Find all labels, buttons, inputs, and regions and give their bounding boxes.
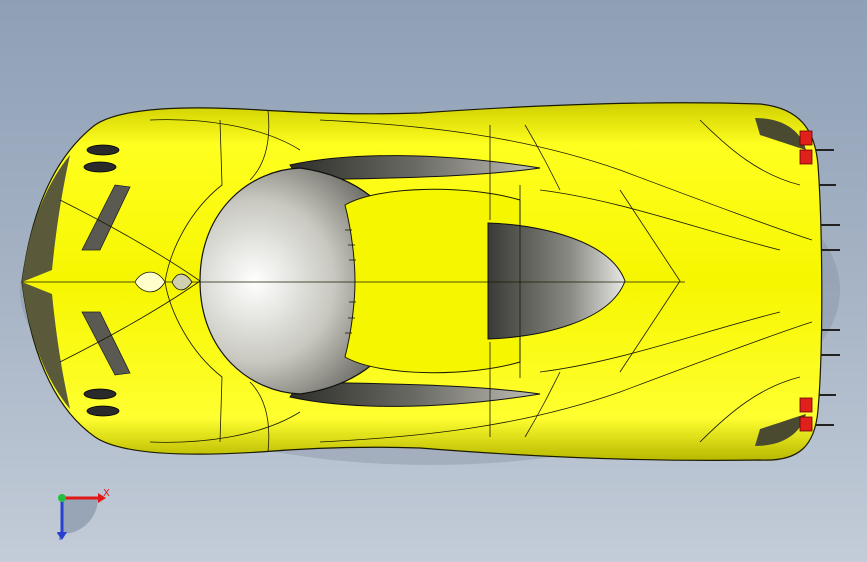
origin-marker <box>58 494 66 502</box>
coordinate-triad: X Y <box>40 480 120 550</box>
car-model[interactable] <box>0 0 867 562</box>
x-axis-label: X <box>103 488 110 499</box>
graphics-viewport[interactable]: X Y <box>0 0 867 562</box>
y-axis-label: Y <box>57 532 64 543</box>
